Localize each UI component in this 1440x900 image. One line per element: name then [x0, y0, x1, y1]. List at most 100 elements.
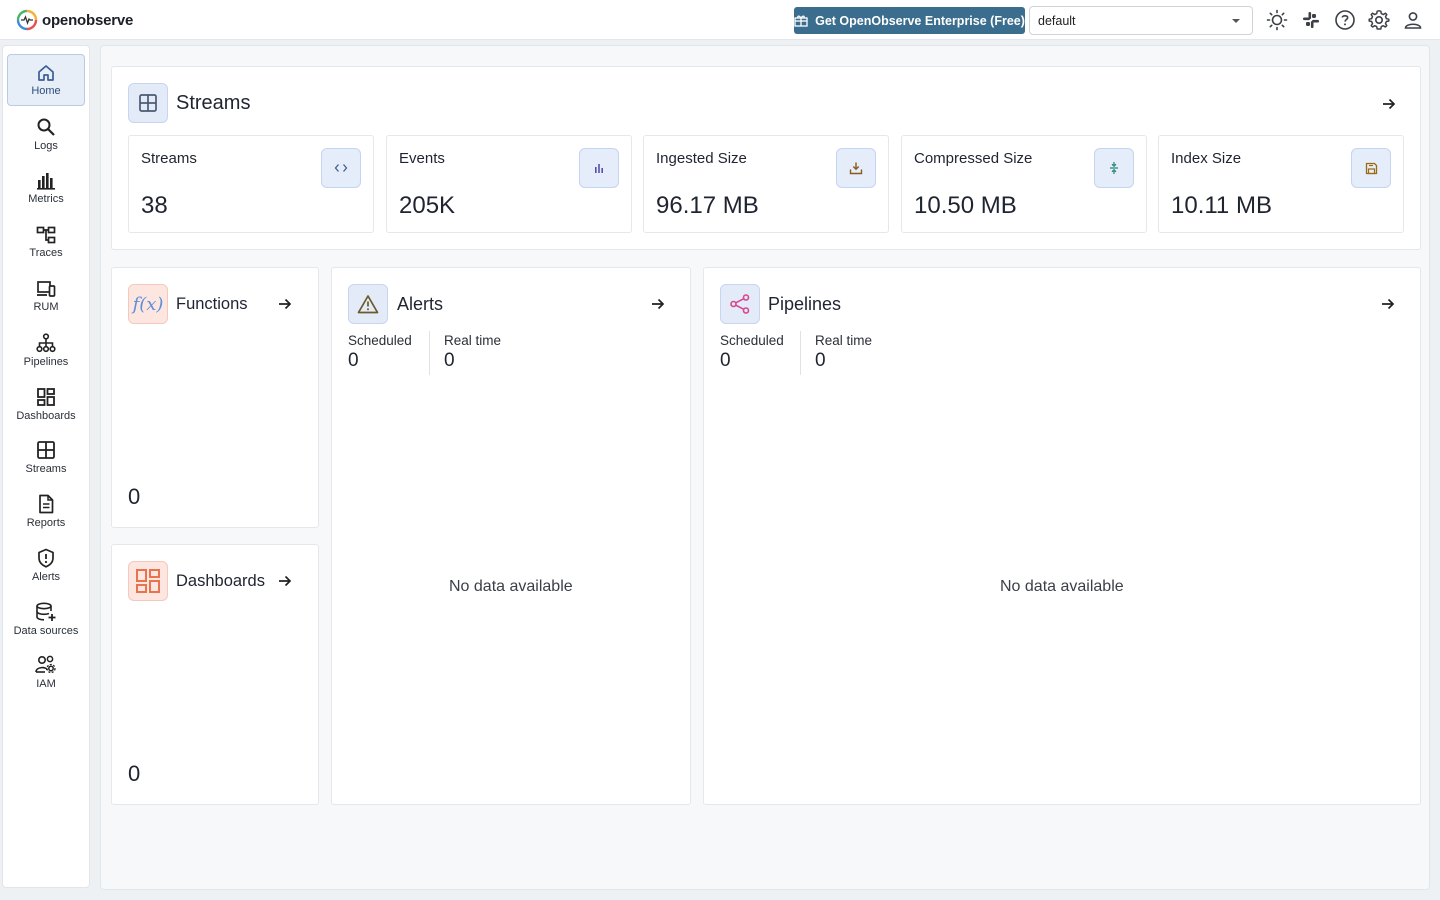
scheduled-value: 0 [348, 350, 359, 371]
stat-label: Streams [141, 150, 197, 167]
sidebar-item-home[interactable]: Home [7, 54, 85, 106]
traces-icon [36, 226, 56, 243]
scheduled-value: 0 [720, 350, 731, 371]
stat-label: Ingested Size [656, 150, 747, 167]
functions-title: Functions [176, 295, 248, 313]
devices-icon [37, 280, 56, 297]
streams-header-icon [128, 83, 168, 123]
stat-label: Compressed Size [914, 150, 1033, 167]
streams-card: Streams Streams 38 Events 205K Ingested … [111, 66, 1421, 250]
download-tray-icon [836, 148, 876, 188]
sidebar-item-pipelines[interactable]: Pipelines [7, 324, 85, 376]
stat-index-size: Index Size 10.11 MB [1158, 135, 1404, 233]
user-icon[interactable] [1401, 8, 1425, 32]
grid-icon [37, 440, 55, 459]
pipelines-arrow-icon[interactable] [1379, 295, 1397, 313]
gift-icon [794, 15, 808, 27]
pipelines-empty-state: No data available [1000, 578, 1124, 595]
stat-value: 96.17 MB [656, 192, 759, 219]
sidebar-item-iam[interactable]: IAM [7, 646, 85, 698]
search-icon [37, 118, 55, 136]
realtime-label: Real time [815, 333, 873, 348]
divider [800, 331, 801, 375]
sidebar-item-streams[interactable]: Streams [7, 431, 85, 483]
pipelines-scheduled: Scheduled 0 [720, 333, 784, 372]
streams-arrow-icon[interactable] [1380, 95, 1398, 113]
sidebar-item-label: Alerts [31, 570, 61, 583]
settings-icon[interactable] [1367, 8, 1391, 32]
divider [429, 331, 430, 375]
sidebar-item-dashboards[interactable]: Dashboards [7, 378, 85, 430]
alerts-arrow-icon[interactable] [649, 295, 667, 313]
sidebar-item-logs[interactable]: Logs [7, 108, 85, 160]
stat-events: Events 205K [386, 135, 632, 233]
functions-card: f(x) Functions 0 [111, 267, 319, 528]
scheduled-label: Scheduled [720, 333, 784, 348]
sidebar-item-metrics[interactable]: Metrics [7, 162, 85, 214]
dashboards-count: 0 [128, 761, 141, 786]
caret-down-icon [1232, 19, 1240, 23]
home-icon [38, 64, 54, 81]
sidebar-item-reports[interactable]: Reports [7, 485, 85, 537]
dashboards-arrow-icon[interactable] [276, 572, 294, 590]
alerts-title: Alerts [397, 294, 444, 314]
help-icon[interactable] [1333, 8, 1357, 32]
shield-alert-icon [38, 548, 54, 568]
document-icon [39, 494, 54, 513]
sidebar-item-data-sources[interactable]: Data sources [7, 593, 85, 645]
pipeline-icon [36, 332, 56, 352]
organization-value: default [1038, 13, 1076, 28]
stat-value: 10.11 MB [1171, 192, 1272, 219]
users-gear-icon [35, 655, 56, 673]
alerts-realtime: Real time 0 [444, 333, 501, 372]
stat-value: 205K [399, 192, 456, 219]
stat-label: Events [399, 150, 445, 167]
pipelines-title: Pipelines [768, 294, 842, 314]
app-logo[interactable]: openobserve [16, 9, 133, 31]
sidebar-item-label: IAM [36, 677, 56, 690]
code-icon [321, 148, 361, 188]
sidebar-item-alerts[interactable]: Alerts [7, 539, 85, 591]
dashboards-card: Dashboards 0 [111, 544, 319, 805]
sidebar-item-label: Home [31, 84, 61, 97]
sidebar-item-traces[interactable]: Traces [7, 216, 85, 268]
bar-chart-icon [579, 148, 619, 188]
dashboard-icon [128, 561, 168, 601]
scheduled-label: Scheduled [348, 333, 412, 348]
app-name: openobserve [42, 11, 134, 29]
streams-section-title: Streams [176, 92, 251, 114]
sidebar-item-label: Data sources [13, 624, 79, 637]
alerts-empty-state: No data available [449, 578, 573, 595]
dashboard-icon [37, 387, 55, 406]
functions-count: 0 [128, 484, 141, 509]
openobserve-logo-icon [16, 9, 38, 31]
functions-arrow-icon[interactable] [276, 295, 294, 313]
slack-icon[interactable] [1299, 8, 1323, 32]
dashboards-title: Dashboards [176, 572, 265, 590]
sidebar-item-label: Pipelines [23, 355, 69, 368]
get-enterprise-button[interactable]: Get OpenObserve Enterprise (Free) [794, 7, 1025, 34]
realtime-label: Real time [444, 333, 502, 348]
sidebar-item-label: RUM [33, 300, 59, 313]
sidebar-item-label: Traces [29, 246, 63, 259]
realtime-value: 0 [815, 350, 826, 371]
sidebar-item-label: Streams [25, 462, 67, 475]
sidebar-item-label: Logs [34, 139, 58, 152]
pipelines-card: Pipelines Scheduled 0 Real time 0 No dat… [703, 267, 1421, 805]
stat-compressed-size: Compressed Size 10.50 MB [901, 135, 1147, 233]
sidebar-item-label: Reports [26, 516, 66, 529]
stat-ingested-size: Ingested Size 96.17 MB [643, 135, 889, 233]
top-bar: openobserve Get OpenObserve Enterprise (… [0, 0, 1440, 40]
sidebar: Home Logs Metrics Traces RUM Pipelines D… [2, 45, 90, 888]
theme-toggle-icon[interactable] [1265, 8, 1289, 32]
database-add-icon [36, 601, 56, 621]
get-enterprise-label: Get OpenObserve Enterprise (Free) [815, 13, 1025, 28]
pipelines-realtime: Real time 0 [815, 333, 872, 372]
compress-icon [1094, 148, 1134, 188]
stat-value: 10.50 MB [914, 192, 1017, 219]
stat-streams: Streams 38 [128, 135, 374, 233]
organization-select[interactable]: default [1029, 6, 1253, 35]
sidebar-item-label: Metrics [28, 192, 64, 205]
sidebar-item-rum[interactable]: RUM [7, 270, 85, 322]
realtime-value: 0 [444, 350, 455, 371]
